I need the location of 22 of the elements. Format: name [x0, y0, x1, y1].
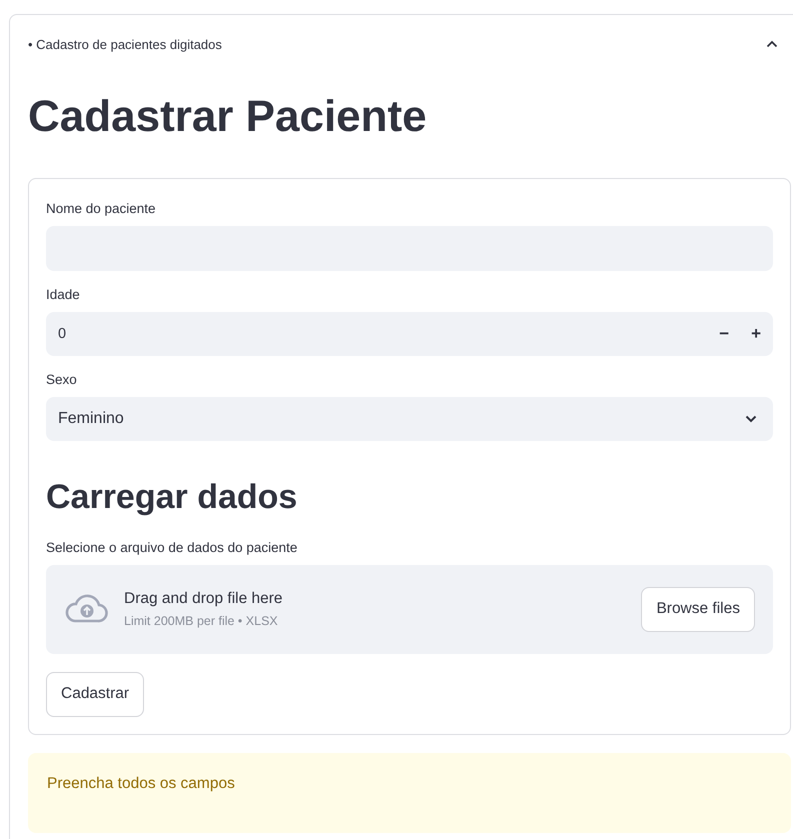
- field-value: Feminino: [58, 410, 125, 428]
- number-field[interactable]: 0 − +: [46, 312, 773, 356]
- section-heading: Carregar dados: [46, 476, 298, 518]
- decrement-button[interactable]: −: [719, 324, 730, 344]
- expander-header[interactable]: • Cadastro de pacientes digitados: [10, 15, 793, 53]
- browse-files-button[interactable]: Browse files: [641, 586, 755, 632]
- dropzone-title: Drag and drop file here: [124, 590, 284, 608]
- file-dropzone[interactable]: Drag and drop file here Limit 200MB per file • XLSX Browse files: [46, 564, 773, 654]
- dropzone-hint: Limit 200MB per file • XLSX: [124, 614, 279, 628]
- field-label: Nome do paciente: [46, 200, 157, 216]
- cloud-upload-icon: [64, 594, 108, 624]
- expander-label: • Cadastro de pacientes digitados: [28, 36, 222, 52]
- increment-button[interactable]: +: [751, 324, 761, 344]
- field-label: Sexo: [46, 372, 78, 387]
- submit-button[interactable]: Cadastrar: [46, 672, 144, 717]
- warning-text: Preencha todos os campos: [47, 774, 235, 792]
- field-label: Idade: [46, 286, 81, 302]
- select-field[interactable]: Feminino: [46, 396, 773, 441]
- page-title: Cadastrar Paciente: [28, 91, 428, 143]
- field-label: Selecione o arquivo de dados do paciente: [46, 540, 298, 555]
- chevron-down-icon: [745, 414, 757, 423]
- field-value: 0: [58, 326, 68, 342]
